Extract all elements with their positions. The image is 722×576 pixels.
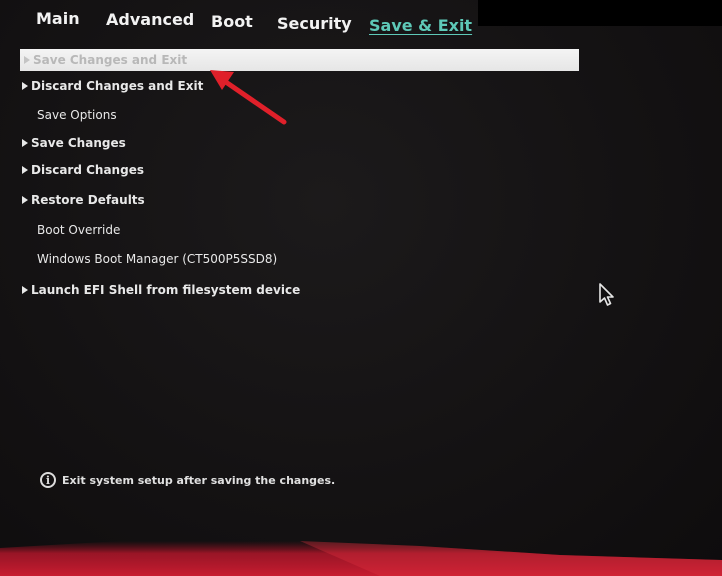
menu-item-label: Windows Boot Manager (CT500P5SSD8) (37, 252, 278, 266)
menu-item-label: Save Options (37, 108, 117, 122)
menu-item-label: Boot Override (37, 223, 121, 237)
info-icon: i (40, 472, 56, 488)
menu-heading-save-options: Save Options (22, 105, 117, 125)
mouse-pointer-icon (599, 283, 614, 306)
help-text: Exit system setup after saving the chang… (62, 473, 336, 487)
submenu-arrow-icon (22, 82, 28, 90)
menu-item-launch-efi-shell[interactable]: Launch EFI Shell from filesystem device (22, 280, 300, 300)
menu-item-label: Restore Defaults (31, 193, 145, 207)
menu-item-label: Discard Changes (31, 163, 144, 177)
help-line: i Exit system setup after saving the cha… (40, 472, 335, 488)
menu-item-label: Discard Changes and Exit (31, 79, 204, 93)
bios-setup-screen: Main Advanced Boot Security Save & Exit … (0, 0, 722, 576)
submenu-arrow-icon (22, 166, 28, 174)
menu-item-discard-changes-and-exit[interactable]: Discard Changes and Exit (22, 76, 203, 96)
menu-heading-boot-override: Boot Override (22, 220, 120, 240)
submenu-arrow-icon (22, 196, 28, 204)
submenu-arrow-icon (22, 286, 28, 294)
submenu-arrow-icon (24, 56, 30, 64)
menu-item-restore-defaults[interactable]: Restore Defaults (22, 190, 145, 210)
submenu-arrow-icon (22, 139, 28, 147)
menu-item-discard-changes[interactable]: Discard Changes (22, 160, 144, 180)
menu-item-label: Save Changes and Exit (33, 53, 188, 67)
menu-item-label: Save Changes (31, 136, 126, 150)
menu-item-label: Launch EFI Shell from filesystem device (31, 283, 301, 297)
menu-item-windows-boot-manager[interactable]: Windows Boot Manager (CT500P5SSD8) (22, 249, 277, 269)
red-callout-arrow-icon (210, 70, 287, 125)
menu-item-save-changes[interactable]: Save Changes (22, 133, 126, 153)
save-exit-menu: Save Changes and Exit Discard Changes an… (0, 0, 722, 320)
